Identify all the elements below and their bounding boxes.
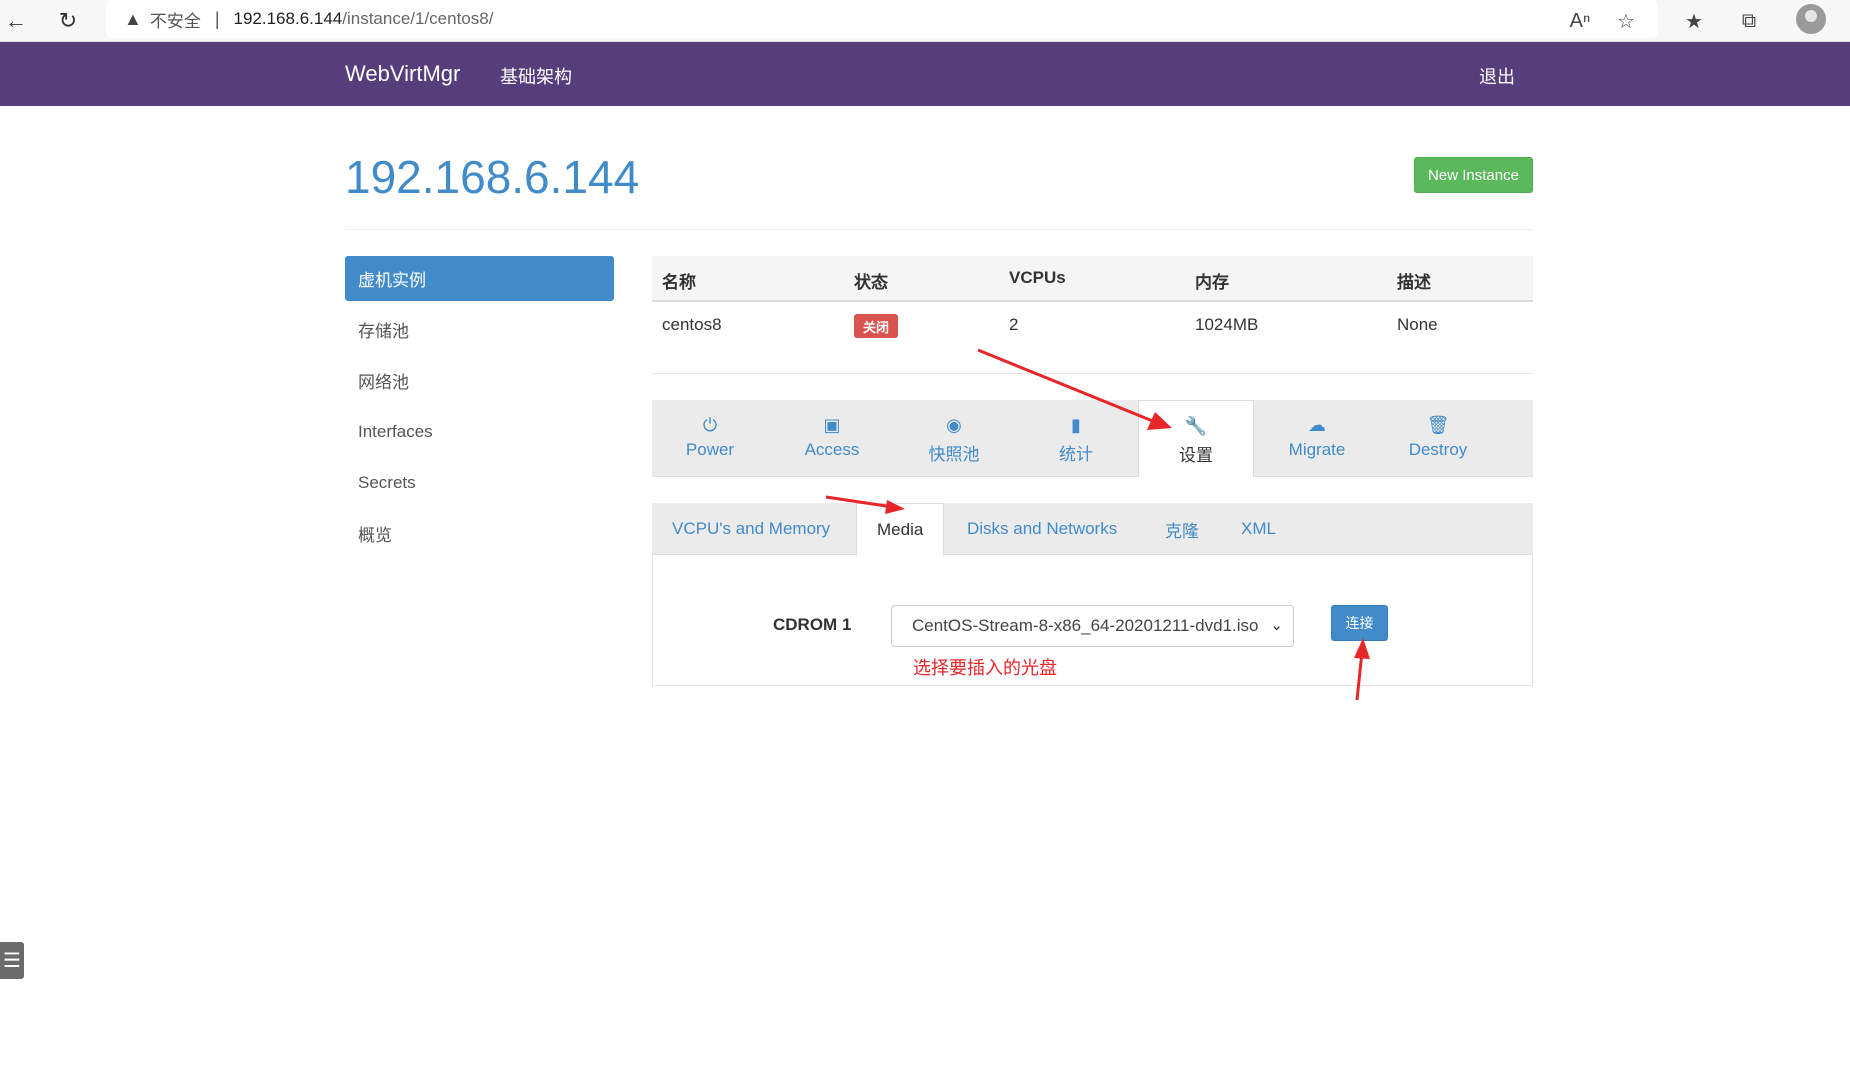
chevron-down-icon: ⌄	[1266, 616, 1283, 634]
tab-destroy[interactable]: 🗑 Destroy	[1380, 400, 1496, 477]
instance-table-header: 名称 状态 VCPUs 内存 描述	[652, 256, 1533, 302]
top-navbar: WebVirtMgr 基础架构 退出	[0, 42, 1850, 106]
tab-access[interactable]: ▣ Access	[774, 400, 890, 477]
briefcase-icon: ▣	[823, 415, 841, 435]
column-header-vcpus: VCPUs	[1009, 268, 1066, 287]
warning-icon: ▲	[124, 8, 142, 29]
tab-settings[interactable]: 🔧 设置	[1138, 400, 1254, 478]
reload-icon[interactable]: ↻	[52, 5, 84, 37]
sidebar-item-storage[interactable]: 存储池	[345, 307, 614, 352]
profile-avatar[interactable]	[1796, 4, 1826, 34]
url-host: 192.168.6.144	[233, 9, 343, 28]
read-aloud-icon[interactable]: Aⁿ	[1562, 5, 1598, 37]
add-favorite-icon[interactable]: ☆	[1608, 5, 1644, 37]
cdrom-selected-value: CentOS-Stream-8-x86_64-20201211-dvd1.iso	[912, 616, 1259, 635]
sidebar-item-overview[interactable]: 概览	[345, 511, 614, 556]
instance-description-cell: None	[1397, 315, 1438, 334]
sidebar-item-networks[interactable]: 网络池	[345, 358, 614, 403]
cdrom-label: CDROM 1	[773, 615, 852, 634]
tab-destroy-label: Destroy	[1408, 440, 1468, 459]
browser-toolbar: ← ↻ ▲ 不安全 | 192.168.6.144/instance/1/cen…	[0, 0, 1850, 42]
tab-migrate[interactable]: ☁ Migrate	[1259, 400, 1375, 477]
page-title: 192.168.6.144	[345, 151, 640, 203]
instance-name-cell[interactable]: centos8	[662, 315, 722, 335]
insecure-label: 不安全	[149, 11, 201, 31]
stats-icon: ▮	[1071, 415, 1081, 435]
nav-logout[interactable]: 退出	[1479, 63, 1515, 89]
address-separator: |	[214, 8, 220, 29]
column-header-status: 状态	[854, 273, 888, 292]
tab-settings-label: 设置	[1179, 446, 1213, 465]
favorites-icon[interactable]: ★	[1676, 5, 1712, 37]
instance-vcpus-cell: 2	[1009, 315, 1019, 334]
tab-power-label: Power	[685, 440, 735, 459]
column-header-memory: 内存	[1195, 273, 1229, 292]
tab-disks-networks[interactable]: Disks and Networks	[947, 503, 1137, 555]
power-icon: ⏻	[702, 415, 718, 435]
sidebar-item-instances[interactable]: 虚机实例	[345, 256, 614, 301]
camera-icon: ◉	[946, 415, 962, 435]
cdrom-select[interactable]: CentOS-Stream-8-x86_64-20201211-dvd1.iso…	[891, 605, 1294, 647]
column-header-description: 描述	[1397, 273, 1431, 292]
brand-link[interactable]: WebVirtMgr	[345, 61, 460, 87]
tab-xml[interactable]: XML	[1221, 503, 1296, 555]
sidebar-item-secrets[interactable]: Secrets	[345, 460, 614, 505]
menu-icon[interactable]: ☰	[0, 942, 24, 979]
tab-vcpu-memory[interactable]: VCPU's and Memory	[652, 503, 850, 555]
tab-snapshots-label: 快照池	[928, 445, 980, 464]
tab-access-label: Access	[804, 440, 860, 459]
tab-media[interactable]: Media	[856, 503, 945, 556]
nav-infrastructure[interactable]: 基础架构	[500, 63, 572, 89]
tab-stats-label: 统计	[1059, 445, 1093, 464]
cloud-upload-icon: ☁	[1308, 415, 1326, 435]
connect-button[interactable]: 连接	[1331, 605, 1388, 641]
sidebar-item-interfaces[interactable]: Interfaces	[345, 409, 614, 454]
tab-power[interactable]: ⏻ Power	[652, 400, 768, 477]
collections-icon[interactable]: ⧉	[1731, 5, 1767, 37]
annotation-note: 选择要插入的光盘	[913, 658, 1057, 678]
tab-migrate-label: Migrate	[1288, 440, 1346, 459]
status-badge: 关闭	[854, 314, 899, 338]
tab-clone[interactable]: 克隆	[1145, 503, 1219, 555]
tab-stats[interactable]: ▮ 统计	[1018, 400, 1134, 477]
trash-icon: 🗑	[1426, 415, 1450, 435]
tab-snapshots[interactable]: ◉ 快照池	[896, 400, 1012, 477]
new-instance-button[interactable]: New Instance	[1414, 157, 1533, 193]
back-arrow-icon[interactable]: ←	[0, 5, 32, 37]
instance-memory-cell: 1024MB	[1195, 315, 1259, 334]
url-path: /instance/1/centos8/	[342, 9, 494, 28]
wrench-icon: 🔧	[1184, 416, 1208, 436]
address-bar[interactable]: ▲ 不安全 | 192.168.6.144/instance/1/centos8…	[106, 0, 1658, 38]
column-header-name: 名称	[662, 273, 696, 292]
table-divider	[652, 373, 1533, 374]
header-divider	[345, 229, 1533, 230]
